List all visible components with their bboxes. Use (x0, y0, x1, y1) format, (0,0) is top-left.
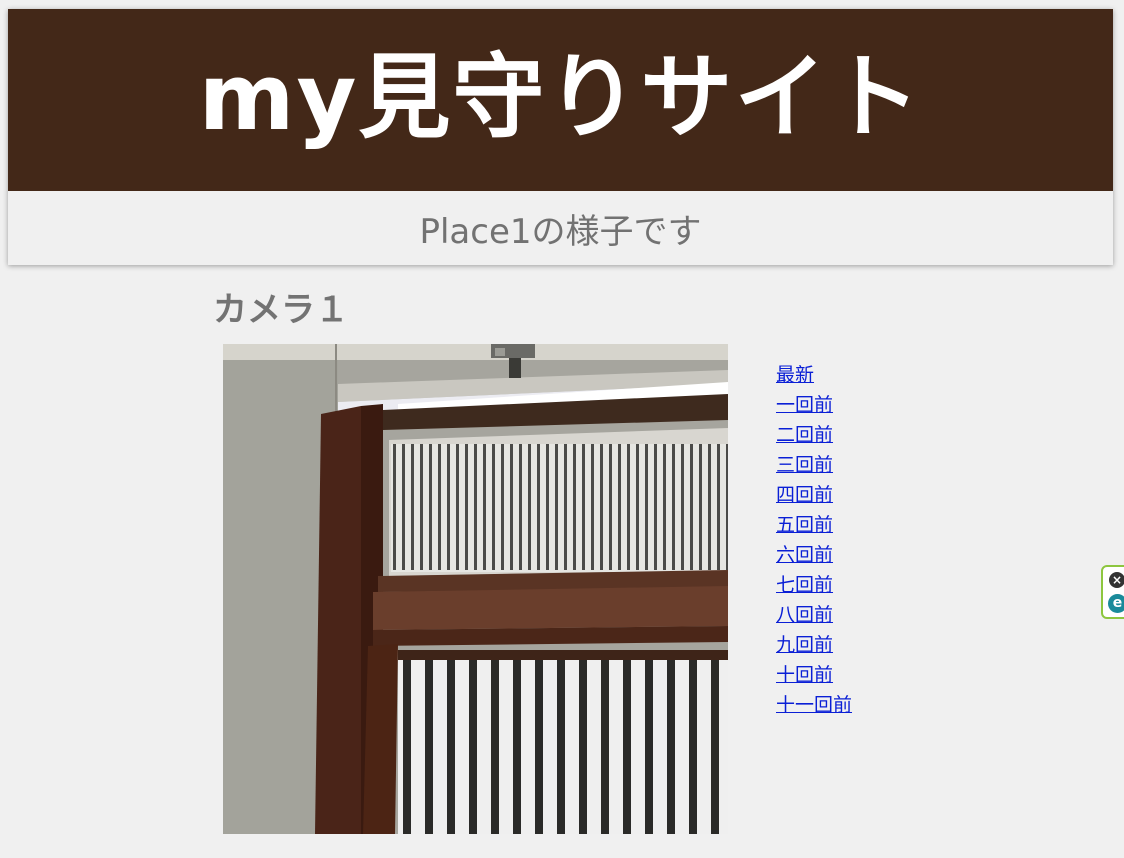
blind-slat (474, 444, 477, 570)
snapshot-link-item: 三回前 (776, 452, 852, 482)
door-slat (689, 660, 697, 834)
blind-slat (501, 444, 504, 570)
door-slat (491, 660, 499, 834)
blind-slat (690, 444, 693, 570)
blind-slat (717, 444, 720, 570)
snapshot-link-item: 一回前 (776, 392, 852, 422)
snapshot-link-list: 最新 一回前 二回前 三回前 四回前 五回前 六回前 七回前 八回前 九回前 十… (776, 362, 852, 722)
extension-logo-icon[interactable]: e (1108, 594, 1124, 613)
door-slat (557, 660, 565, 834)
camera-snapshot-image (223, 344, 728, 834)
snapshot-link-10-before[interactable]: 十回前 (776, 664, 833, 686)
blind-slat (672, 444, 675, 570)
snapshot-link-item: 最新 (776, 362, 852, 392)
door-slat (623, 660, 631, 834)
blind-slat (519, 444, 522, 570)
snapshot-link-item: 六回前 (776, 542, 852, 572)
door-slat (645, 660, 653, 834)
blind-slat (564, 444, 567, 570)
blind-slat (618, 444, 621, 570)
snapshot-link-1-before[interactable]: 一回前 (776, 394, 833, 416)
blind-slat (663, 444, 666, 570)
snapshot-link-item: 二回前 (776, 422, 852, 452)
site-title: my見守りサイト (198, 44, 923, 151)
blind-slat (636, 444, 639, 570)
blind-slat (492, 444, 495, 570)
door-slat (513, 660, 521, 834)
site-header: my見守りサイト Place1の様子です (8, 9, 1113, 265)
blind-slat (510, 444, 513, 570)
transom-blind-slats (391, 444, 728, 572)
camera-heading: カメラ１ (213, 290, 349, 330)
page-subtitle: Place1の様子です (419, 211, 702, 252)
door-slat (667, 660, 675, 834)
snapshot-link-item: 九回前 (776, 632, 852, 662)
blind-slat (483, 444, 486, 570)
site-banner: my見守りサイト (8, 9, 1113, 191)
blind-slat (402, 444, 405, 570)
snapshot-link-4-before[interactable]: 四回前 (776, 484, 833, 506)
blind-slat (429, 444, 432, 570)
snapshot-link-latest[interactable]: 最新 (776, 364, 814, 386)
blind-slat (393, 444, 396, 570)
blind-slat (681, 444, 684, 570)
close-icon[interactable]: × (1109, 572, 1124, 588)
blind-slat (654, 444, 657, 570)
blind-slat (420, 444, 423, 570)
snapshot-link-11-before[interactable]: 十一回前 (776, 694, 852, 716)
blind-slat (627, 444, 630, 570)
blind-slat (591, 444, 594, 570)
blind-slat (447, 444, 450, 570)
snapshot-link-item: 八回前 (776, 602, 852, 632)
camera-snapshot-drawing (223, 344, 728, 834)
snapshot-link-9-before[interactable]: 九回前 (776, 634, 833, 656)
blind-slat (546, 444, 549, 570)
snapshot-link-7-before[interactable]: 七回前 (776, 574, 833, 596)
snapshot-link-item: 十回前 (776, 662, 852, 692)
blind-slat (411, 444, 414, 570)
blind-slat (438, 444, 441, 570)
door-slat (579, 660, 587, 834)
snapshot-link-item: 四回前 (776, 482, 852, 512)
door-slat (535, 660, 543, 834)
blind-slat (609, 444, 612, 570)
blind-slat (465, 444, 468, 570)
door-slat (403, 660, 411, 834)
door-slat (711, 660, 719, 834)
snapshot-link-item: 七回前 (776, 572, 852, 602)
door-slat (447, 660, 455, 834)
blind-slat (645, 444, 648, 570)
blind-slat (699, 444, 702, 570)
blind-slat (726, 444, 728, 570)
blind-slat (573, 444, 576, 570)
blind-slat (708, 444, 711, 570)
blind-slat (537, 444, 540, 570)
snapshot-link-8-before[interactable]: 八回前 (776, 604, 833, 626)
door-slat (601, 660, 609, 834)
snapshot-link-3-before[interactable]: 三回前 (776, 454, 833, 476)
subtitle-bar: Place1の様子です (8, 191, 1113, 265)
snapshot-link-5-before[interactable]: 五回前 (776, 514, 833, 536)
blind-slat (528, 444, 531, 570)
blind-slat (600, 444, 603, 570)
door-slat (469, 660, 477, 834)
door-slat (425, 660, 433, 834)
blind-slat (582, 444, 585, 570)
snapshot-link-item: 十一回前 (776, 692, 852, 722)
snapshot-link-6-before[interactable]: 六回前 (776, 544, 833, 566)
snapshot-link-item: 五回前 (776, 512, 852, 542)
blind-slat (555, 444, 558, 570)
snapshot-link-2-before[interactable]: 二回前 (776, 424, 833, 446)
browser-extension-badge[interactable]: × e (1101, 565, 1124, 619)
blind-slat (456, 444, 459, 570)
